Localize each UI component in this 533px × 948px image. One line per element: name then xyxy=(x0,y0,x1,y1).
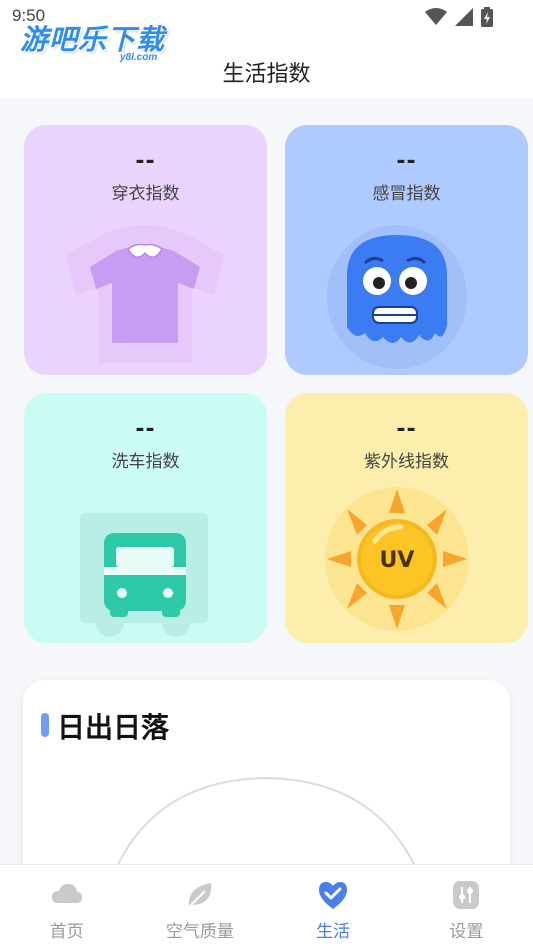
card-label: 洗车指数 xyxy=(111,452,180,472)
tab-label: 空气质量 xyxy=(165,922,234,942)
shirt-icon xyxy=(66,225,224,363)
cold-face-icon xyxy=(327,225,467,369)
card-value: -- xyxy=(135,149,156,174)
heart-check-icon xyxy=(319,882,348,909)
uv-text: UV xyxy=(380,548,415,573)
card-label: 感冒指数 xyxy=(372,184,441,204)
uv-sun-icon: UV xyxy=(325,487,469,631)
watermark-sub: y8l.com xyxy=(120,52,158,63)
cold-index-card[interactable]: -- 感冒指数 xyxy=(285,125,528,375)
tab-home[interactable]: 首页 xyxy=(0,865,133,948)
tab-air-quality[interactable]: 空气质量 xyxy=(133,865,266,948)
signal-icon xyxy=(455,8,473,26)
card-value: -- xyxy=(396,149,417,174)
status-icons xyxy=(425,7,493,27)
bottom-tab-bar: 首页 空气质量 生活 设置 xyxy=(0,864,533,948)
cloud-icon xyxy=(51,884,82,903)
tab-label: 设置 xyxy=(449,922,484,942)
tab-label: 生活 xyxy=(316,922,351,942)
settings-sliders-icon xyxy=(453,881,480,909)
uv-index-card[interactable]: -- 紫外线指数 UV xyxy=(285,393,528,643)
tab-label: 首页 xyxy=(49,922,84,942)
leaf-icon xyxy=(188,883,212,908)
tab-life[interactable]: 生活 xyxy=(267,865,400,948)
dressing-index-card[interactable]: -- 穿衣指数 xyxy=(24,125,267,375)
carwash-index-card[interactable]: -- 洗车指数 xyxy=(24,393,267,643)
car-icon xyxy=(80,513,208,637)
card-label: 紫外线指数 xyxy=(364,452,449,472)
card-value: -- xyxy=(396,417,417,442)
card-value: -- xyxy=(135,417,156,442)
watermark-logo: 游吧乐下载 y8l.com xyxy=(20,18,165,63)
tab-settings[interactable]: 设置 xyxy=(400,865,533,948)
wifi-icon xyxy=(425,8,447,25)
card-label: 穿衣指数 xyxy=(111,184,180,204)
battery-icon xyxy=(481,7,493,27)
